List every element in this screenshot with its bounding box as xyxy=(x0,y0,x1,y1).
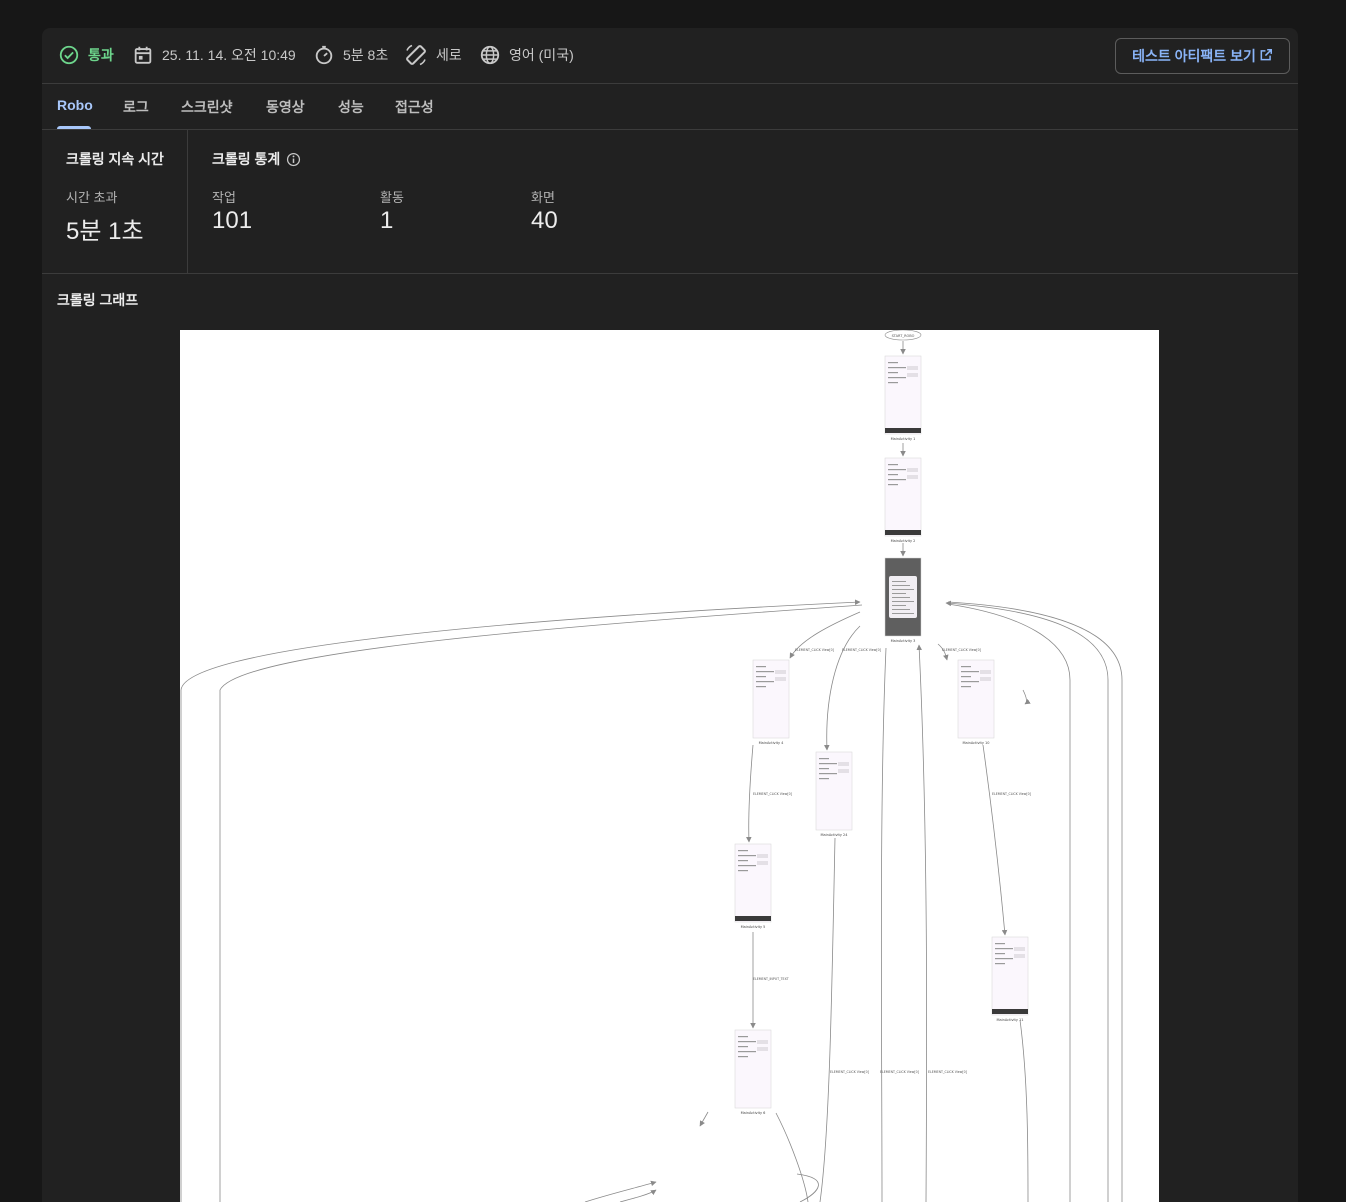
graph-node-label: MainActivity 24 xyxy=(820,833,848,837)
stat-actions-value: 101 xyxy=(212,207,253,234)
graph-edges xyxy=(180,341,1123,1202)
test-summary-bar: 통과 25. 11. 14. 오전 10:49 5분 8초 세로 영어 (미국) xyxy=(42,28,1298,84)
test-result-panel: 통과 25. 11. 14. 오전 10:49 5분 8초 세로 영어 (미국) xyxy=(42,28,1298,1202)
graph-node[interactable]: MainActivity 3 xyxy=(884,557,922,643)
test-datetime: 25. 11. 14. 오전 10:49 xyxy=(132,43,296,67)
duration-text: 5분 8초 xyxy=(343,47,389,63)
stat-screens-label: 화면 xyxy=(531,190,555,205)
active-tab-indicator xyxy=(57,126,91,129)
stat-actions-label: 작업 xyxy=(212,190,236,205)
graph-node[interactable]: MainActivity 11 xyxy=(991,936,1029,1022)
locale-text: 영어 (미국) xyxy=(509,47,574,63)
graph-node-label: MainActivity 11 xyxy=(996,1018,1023,1022)
open-in-new-icon xyxy=(1256,48,1273,65)
graph-node[interactable]: MainActivity 24 xyxy=(815,751,853,837)
graph-node-label: MainActivity 6 xyxy=(741,1111,766,1115)
orientation-text: 세로 xyxy=(436,47,462,63)
status-text: 통과 xyxy=(88,47,114,63)
graph-edge-label: ELEMENT_CLICK View[0] xyxy=(830,1070,869,1074)
stat-activities-value: 1 xyxy=(380,207,394,234)
graph-node-label: MainActivity 4 xyxy=(759,741,785,745)
graph-edge-label: ELEMENT_CLICK View[0] xyxy=(842,648,881,652)
crawl-stats-title-row: 크롤링 통계 xyxy=(212,149,301,169)
info-icon[interactable] xyxy=(286,152,301,167)
graph-node[interactable]: MainActivity 6 xyxy=(734,1029,772,1115)
graph-edge-label: ELEMENT_CLICK View[0] xyxy=(992,792,1031,796)
tab-logs[interactable]: 로그 xyxy=(123,97,149,117)
graph-node-label: MainActivity 1 xyxy=(891,437,916,441)
graph-node[interactable]: MainActivity 2 xyxy=(884,457,922,543)
stat-screens-value: 40 xyxy=(531,207,558,234)
graph-edge-label: ELEMENT_CLICK View[0] xyxy=(753,792,792,796)
graph-edge-label: ELEMENT_INPUT_TEXT xyxy=(753,977,789,981)
globe-icon xyxy=(479,44,501,66)
crawl-duration-label: 시간 초과 xyxy=(66,190,118,205)
crawl-stats-section: 크롤링 지속 시간 시간 초과 5분 1초 크롤링 통계 작업 101 활동 1… xyxy=(42,130,1298,274)
graph-node-label: MainActivity 5 xyxy=(741,925,766,929)
stats-divider xyxy=(187,130,188,273)
crawl-stats-title: 크롤링 통계 xyxy=(212,151,281,167)
graph-node-label: MainActivity 10 xyxy=(962,741,989,745)
tab-accessibility[interactable]: 접근성 xyxy=(395,97,434,117)
tab-performance[interactable]: 성능 xyxy=(338,97,364,117)
crawl-graph-title: 크롤링 그래프 xyxy=(57,292,139,308)
graph-node[interactable]: MainActivity 1 xyxy=(884,355,922,441)
view-test-artifacts-button[interactable]: 테스트 아티팩트 보기 xyxy=(1115,38,1290,74)
result-tabs: Robo 로그 스크린샷 동영상 성능 접근성 xyxy=(42,85,1298,130)
graph-node-label: MainActivity 2 xyxy=(891,539,916,543)
graph-edge-label: ELEMENT_CLICK View[0] xyxy=(795,648,834,652)
status-badge: 통과 xyxy=(58,43,114,67)
crawl-duration-value: 5분 1초 xyxy=(66,218,144,245)
check-circle-icon xyxy=(58,44,80,66)
graph-node-label: MainActivity 3 xyxy=(891,639,916,643)
timer-icon xyxy=(313,44,335,66)
test-duration: 5분 8초 xyxy=(313,43,388,67)
tab-video[interactable]: 동영상 xyxy=(266,97,305,117)
graph-node[interactable]: MainActivity 4 xyxy=(752,659,790,745)
tab-screenshots[interactable]: 스크린샷 xyxy=(181,97,233,117)
graph-edge-label: ELEMENT_CLICK View[0] xyxy=(942,648,981,652)
calendar-icon xyxy=(132,44,154,66)
start-node-label: START_ROBO xyxy=(892,334,915,338)
datetime-text: 25. 11. 14. 오전 10:49 xyxy=(162,47,296,63)
device-locale: 영어 (미국) xyxy=(479,43,574,67)
crawl-graph[interactable]: START_ROBO MainActivity 1 MainActivity 2 Ma… xyxy=(180,330,1159,1202)
artifact-button-label: 테스트 아티팩트 보기 xyxy=(1132,48,1256,64)
tab-robo[interactable]: Robo xyxy=(57,97,93,113)
graph-edge-label: ELEMENT_CLICK View[0] xyxy=(880,1070,919,1074)
graph-node[interactable]: MainActivity 10 xyxy=(957,659,995,745)
start-node[interactable]: START_ROBO xyxy=(884,330,922,341)
device-orientation: 세로 xyxy=(404,43,462,67)
crawl-duration-title: 크롤링 지속 시간 xyxy=(66,151,164,167)
graph-node[interactable]: MainActivity 5 xyxy=(734,843,772,929)
screen-rotation-icon xyxy=(404,43,428,67)
stat-activities-label: 활동 xyxy=(380,190,404,205)
graph-edge-label: ELEMENT_CLICK View[0] xyxy=(928,1070,967,1074)
